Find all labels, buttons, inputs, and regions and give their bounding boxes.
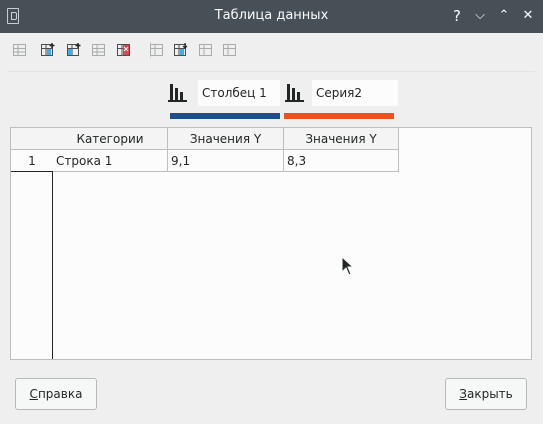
insert-series-icon[interactable] bbox=[40, 42, 56, 58]
table-cell-category[interactable]: Строка 1 bbox=[53, 150, 168, 172]
minimize-button[interactable]: ⌵ bbox=[470, 6, 490, 26]
help-label: правка bbox=[37, 387, 83, 401]
move-left-icon[interactable] bbox=[198, 42, 214, 58]
column-header-values-y-2[interactable]: Значения Y bbox=[284, 128, 399, 150]
help-button[interactable]: ? bbox=[447, 6, 467, 26]
close-mnemonic: З bbox=[459, 387, 467, 401]
help-dialog-button[interactable]: Справка bbox=[15, 378, 97, 410]
mouse-pointer-icon bbox=[341, 255, 355, 276]
bar-chart-icon bbox=[168, 82, 188, 104]
maximize-button[interactable]: ⌃ bbox=[494, 6, 514, 26]
column-header-categories[interactable]: Категории bbox=[53, 128, 168, 150]
insert-row-icon[interactable] bbox=[12, 42, 28, 58]
table-cell-value-1[interactable]: 9,1 bbox=[168, 150, 284, 172]
series-name-field-2[interactable]: Серия2 bbox=[312, 80, 398, 106]
row-number[interactable]: 1 bbox=[11, 150, 53, 172]
series-color-bar-2 bbox=[284, 113, 394, 119]
help-mnemonic: С bbox=[29, 387, 38, 401]
move-down-icon[interactable] bbox=[173, 42, 189, 58]
close-window-button[interactable]: ✕ bbox=[518, 6, 538, 26]
insert-text-column-icon[interactable] bbox=[66, 42, 82, 58]
toolbar-divider bbox=[8, 71, 535, 72]
series-color-bar-1 bbox=[170, 113, 280, 119]
table-corner bbox=[11, 128, 53, 150]
table-cell-value-2[interactable]: 8,3 bbox=[284, 150, 399, 172]
title-bar: Таблица данных ? ⌵ ⌃ ✕ bbox=[0, 0, 543, 33]
close-dialog-button[interactable]: Закрыть bbox=[445, 378, 527, 410]
delete-row-icon[interactable] bbox=[91, 42, 107, 58]
move-up-icon[interactable] bbox=[149, 42, 165, 58]
delete-series-icon[interactable] bbox=[116, 42, 132, 58]
close-label: акрыть bbox=[466, 387, 513, 401]
column-header-values-y-1[interactable]: Значения Y bbox=[168, 128, 284, 150]
move-right-icon[interactable] bbox=[222, 42, 238, 58]
bar-chart-icon bbox=[285, 82, 305, 104]
series-name-field-1[interactable]: Столбец 1 bbox=[198, 80, 280, 106]
data-table[interactable]: Категории Значения Y Значения Y 1 Строка… bbox=[10, 127, 532, 360]
